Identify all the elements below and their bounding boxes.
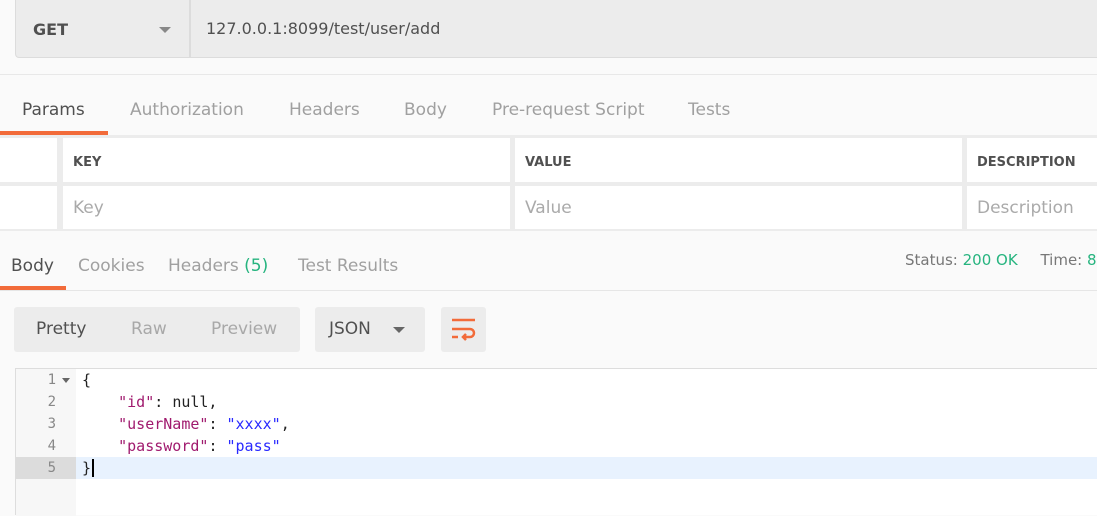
tab-body[interactable]: Body bbox=[404, 100, 447, 120]
tab-authorization[interactable]: Authorization bbox=[130, 100, 244, 120]
tab-pre-request-script[interactable]: Pre-request Script bbox=[492, 100, 645, 120]
tab-params[interactable]: Params bbox=[22, 100, 85, 120]
fold-icon[interactable] bbox=[62, 378, 70, 383]
code-line: "id": null, bbox=[118, 393, 218, 411]
code-line: "userName": "xxxx", bbox=[118, 415, 290, 433]
divider bbox=[0, 74, 1097, 75]
code-line: "password": "pass" bbox=[118, 437, 281, 455]
chevron-down-icon bbox=[159, 27, 171, 33]
description-input[interactable]: Description bbox=[967, 186, 1097, 229]
time-value: 8 bbox=[1087, 251, 1097, 269]
params-table: KEY VALUE DESCRIPTION Key Value Descript… bbox=[0, 135, 1097, 231]
row-checkbox[interactable] bbox=[0, 186, 57, 229]
code-line: { bbox=[82, 371, 92, 389]
column-header-description: DESCRIPTION bbox=[967, 138, 1097, 182]
format-select[interactable]: JSON bbox=[315, 307, 425, 352]
active-line bbox=[76, 457, 1097, 479]
tab-tests[interactable]: Tests bbox=[688, 100, 730, 120]
pretty-button[interactable]: Pretty bbox=[36, 319, 86, 339]
chevron-down-icon bbox=[393, 327, 405, 333]
tab-response-headers[interactable]: Headers (5) bbox=[168, 256, 268, 276]
wrap-lines-icon bbox=[452, 318, 476, 341]
checkbox-column bbox=[0, 138, 57, 182]
view-mode-group: Pretty Raw Preview bbox=[14, 307, 300, 352]
response-body-editor[interactable]: 1 2 3 4 5 { "id": null, "userName": "xxx… bbox=[15, 368, 1097, 516]
code-line: } bbox=[82, 457, 95, 479]
wrap-lines-button[interactable] bbox=[441, 307, 486, 352]
column-header-key: KEY bbox=[63, 138, 510, 182]
raw-button[interactable]: Raw bbox=[131, 319, 167, 339]
value-input[interactable]: Value bbox=[515, 186, 962, 229]
preview-button[interactable]: Preview bbox=[211, 319, 277, 339]
status-value: 200 OK bbox=[962, 251, 1018, 269]
divider bbox=[0, 290, 1097, 291]
key-input[interactable]: Key bbox=[63, 186, 510, 229]
column-header-value: VALUE bbox=[515, 138, 962, 182]
tab-cookies[interactable]: Cookies bbox=[78, 256, 145, 276]
url-input[interactable]: 127.0.0.1:8099/test/user/add bbox=[190, 0, 1097, 58]
method-select[interactable]: GET bbox=[15, 0, 190, 58]
response-meta: Status: 200 OK Time: 8 bbox=[905, 251, 1097, 269]
tab-headers[interactable]: Headers bbox=[289, 100, 360, 120]
tab-response-body[interactable]: Body bbox=[11, 256, 54, 276]
tab-test-results[interactable]: Test Results bbox=[298, 256, 398, 276]
text-cursor bbox=[92, 459, 95, 477]
